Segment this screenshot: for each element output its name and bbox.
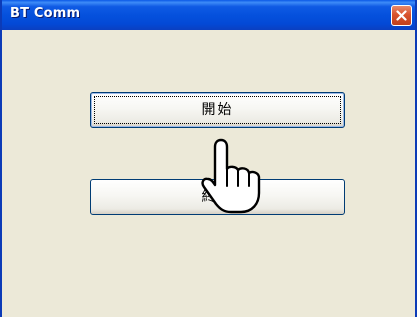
app-window: BT Comm 開始 終了 <box>0 0 417 317</box>
close-icon <box>396 10 407 21</box>
close-button[interactable] <box>391 5 412 26</box>
title-bar[interactable]: BT Comm <box>2 0 415 30</box>
end-button[interactable]: 終了 <box>90 179 345 215</box>
start-button[interactable]: 開始 <box>90 92 345 128</box>
window-title: BT Comm <box>10 6 81 21</box>
client-area <box>2 30 415 317</box>
